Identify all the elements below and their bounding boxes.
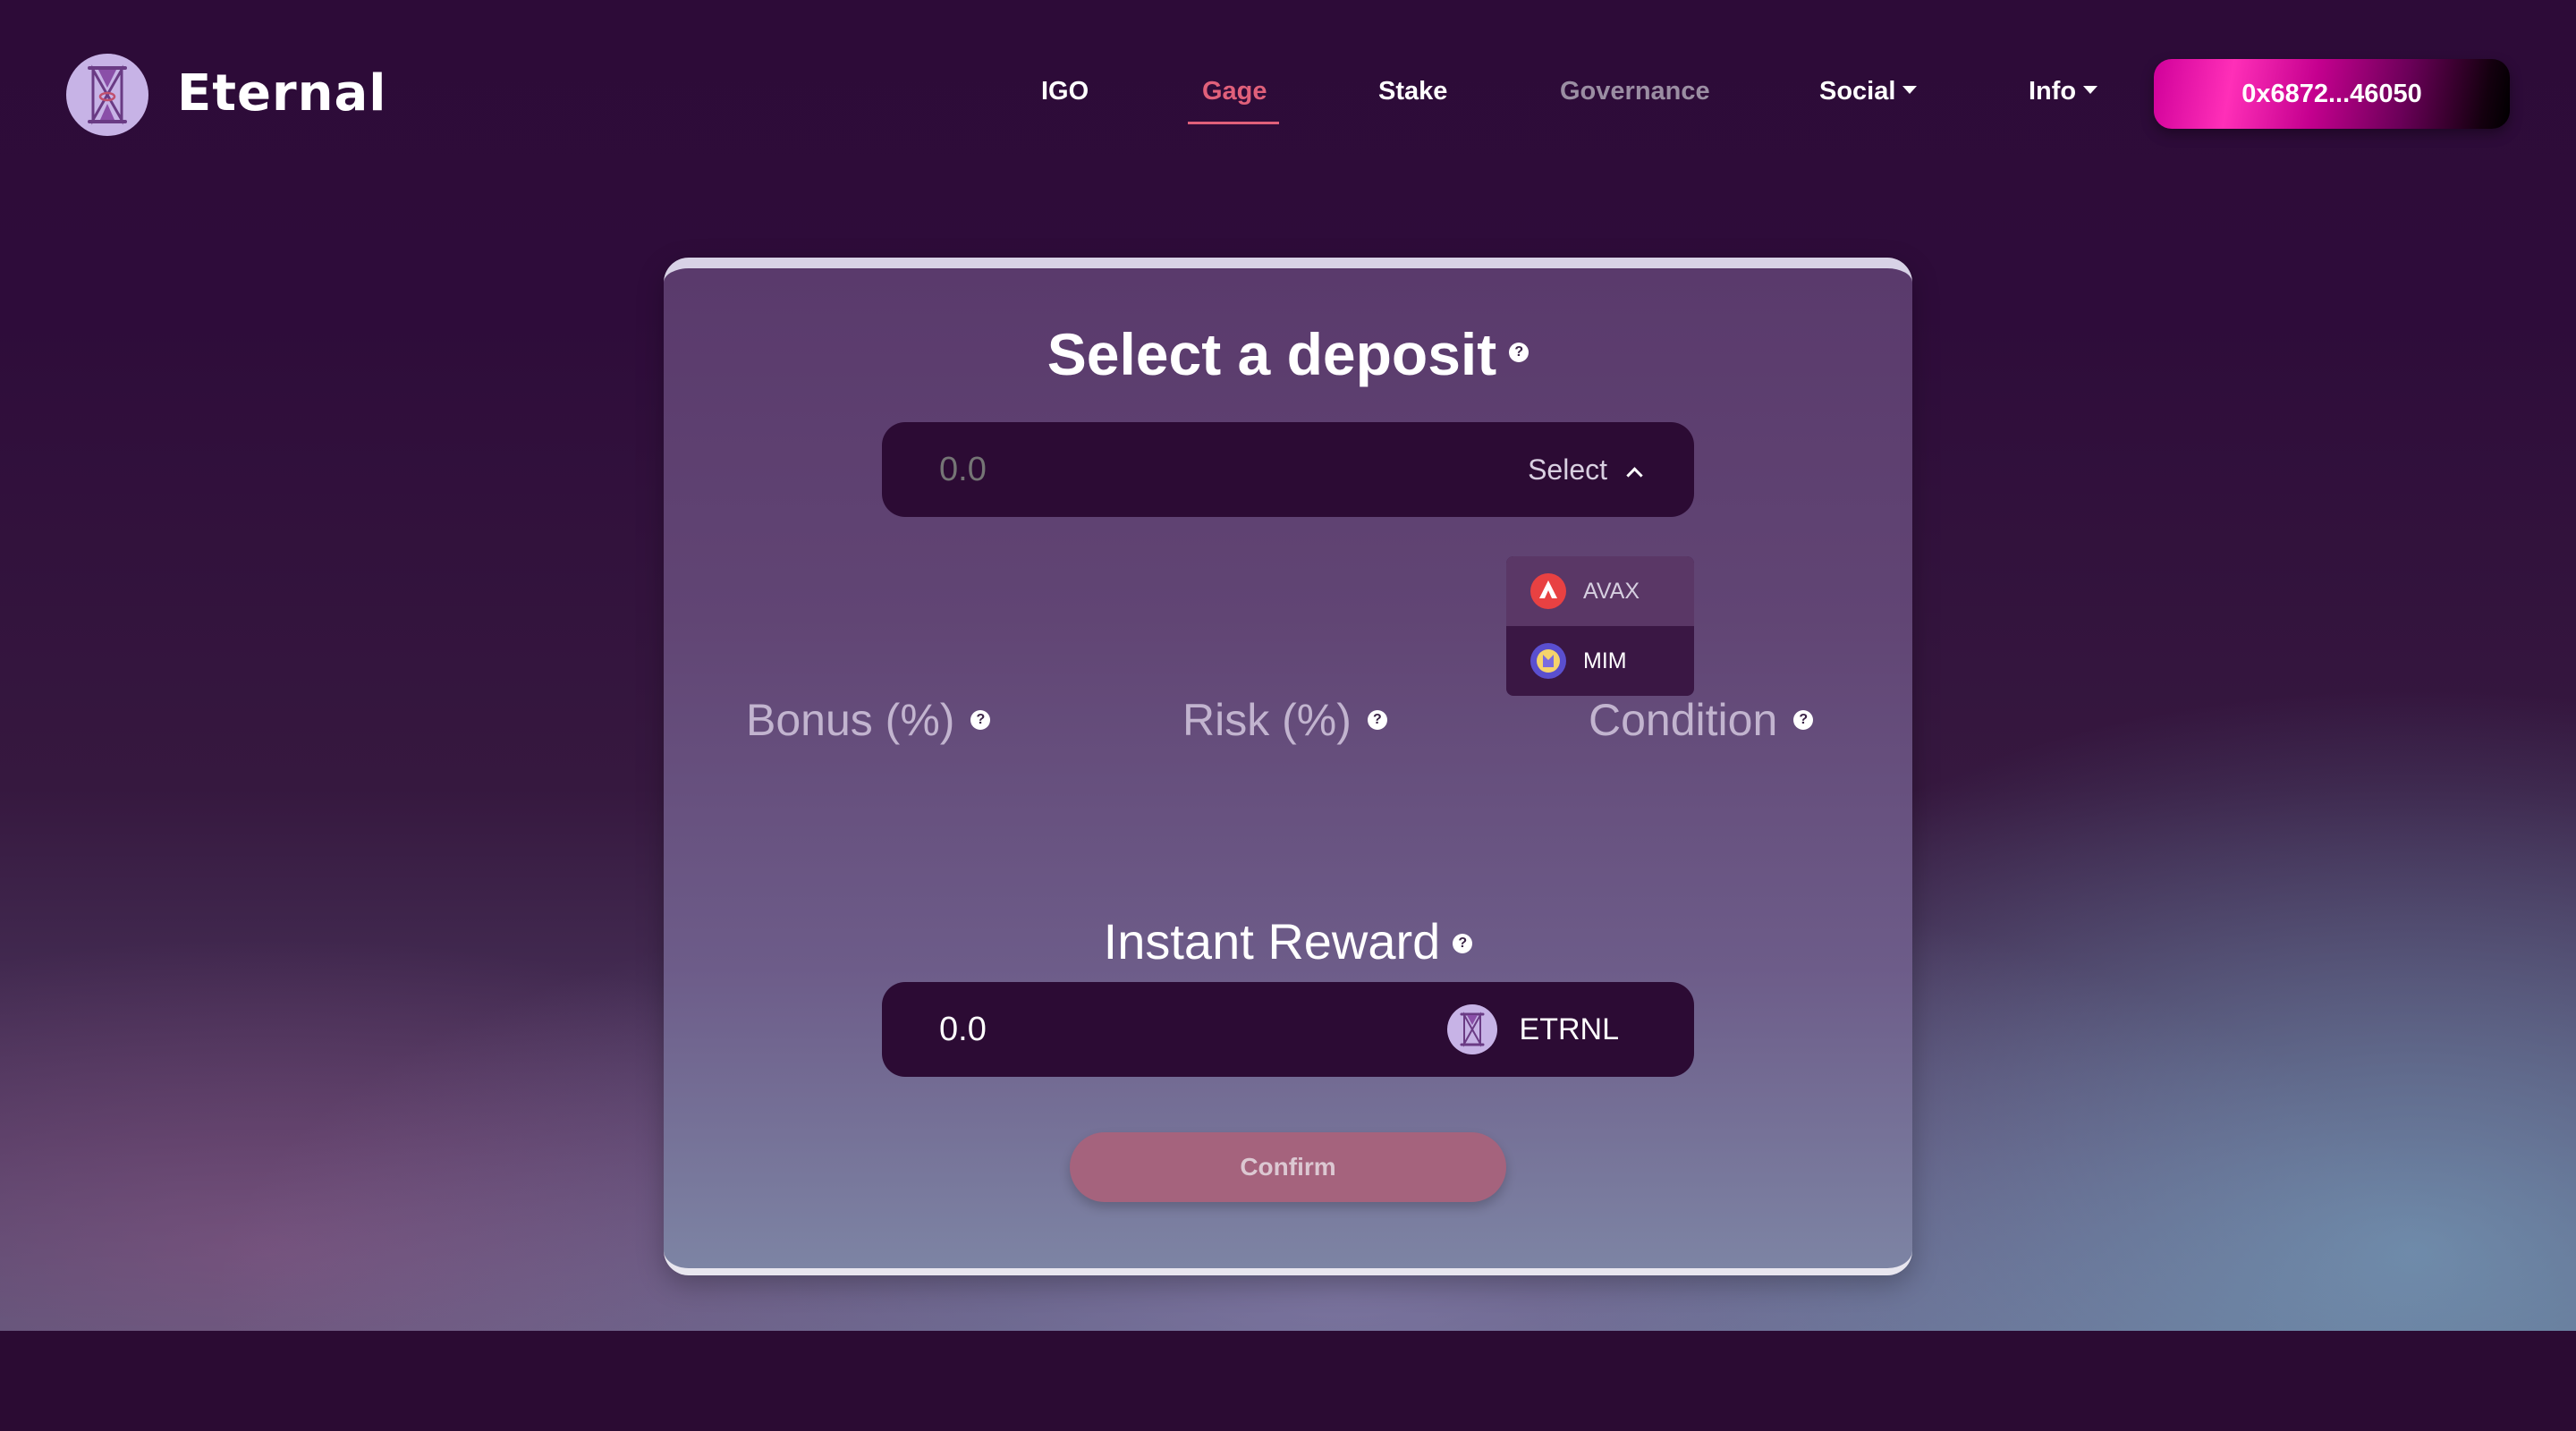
help-icon[interactable]: ?: [1793, 709, 1814, 730]
nav-info-label: Info: [2029, 77, 2077, 106]
reward-token: ETRNL: [1446, 982, 1619, 1077]
caret-down-icon: [1902, 85, 1918, 94]
footer-bar: [0, 1331, 2576, 1431]
nav-social[interactable]: Social: [1819, 77, 1918, 106]
token-select-label: Select: [1528, 453, 1607, 486]
dropdown-option-label: MIM: [1583, 648, 1627, 673]
risk-label: Risk (%): [1182, 695, 1352, 745]
deposit-title-text: Select a deposit: [1046, 321, 1497, 387]
help-icon[interactable]: ?: [1509, 342, 1530, 362]
bonus-stat: Bonus (%)?: [746, 694, 991, 746]
nav-active-underline: [1188, 122, 1279, 124]
nav-governance[interactable]: Governance: [1560, 77, 1710, 106]
deposit-field: Select: [882, 422, 1694, 517]
instant-reward-title: Instant Reward?: [664, 912, 1912, 970]
risk-stat: Risk (%)?: [1182, 694, 1387, 746]
nav-social-label: Social: [1819, 77, 1896, 106]
eternal-logo-icon[interactable]: [64, 52, 150, 138]
nav-gage[interactable]: Gage: [1202, 77, 1267, 106]
brand-name[interactable]: Eternal: [177, 64, 386, 123]
etrnl-token-icon: [1446, 1004, 1497, 1054]
instant-reward-title-text: Instant Reward: [1103, 913, 1441, 970]
reward-value: 0.0: [939, 1011, 987, 1048]
mim-icon: [1530, 643, 1566, 679]
condition-stat: Condition?: [1589, 694, 1814, 746]
nav-igo[interactable]: IGO: [1041, 77, 1089, 106]
condition-label: Condition: [1589, 695, 1778, 745]
deposit-card: Select a deposit? Select AVAX M: [664, 258, 1912, 1275]
dropdown-option-label: AVAX: [1583, 578, 1640, 604]
token-select-button[interactable]: Select: [1528, 422, 1643, 517]
reward-field: 0.0 ETRNL: [882, 982, 1694, 1077]
help-icon[interactable]: ?: [970, 709, 991, 730]
help-icon[interactable]: ?: [1367, 709, 1387, 730]
avax-icon: [1530, 573, 1566, 609]
nav-info[interactable]: Info: [2029, 77, 2098, 106]
bonus-label: Bonus (%): [746, 695, 955, 745]
deposit-amount-input[interactable]: [939, 422, 1386, 517]
app-root: Eternal IGO Gage Stake Governance Social…: [0, 0, 2576, 1431]
reward-token-label: ETRNL: [1519, 1012, 1619, 1046]
chevron-up-icon: [1626, 467, 1643, 484]
dropdown-option-avax[interactable]: AVAX: [1506, 556, 1694, 626]
confirm-button[interactable]: Confirm: [1070, 1132, 1506, 1202]
help-icon[interactable]: ?: [1453, 934, 1473, 954]
token-dropdown: AVAX MIM: [1506, 556, 1694, 696]
wallet-button[interactable]: 0x6872...46050: [2154, 59, 2510, 129]
deposit-title: Select a deposit?: [664, 320, 1912, 388]
dropdown-option-mim[interactable]: MIM: [1506, 626, 1694, 696]
caret-down-icon: [2083, 85, 2098, 94]
nav-stake[interactable]: Stake: [1378, 77, 1447, 106]
